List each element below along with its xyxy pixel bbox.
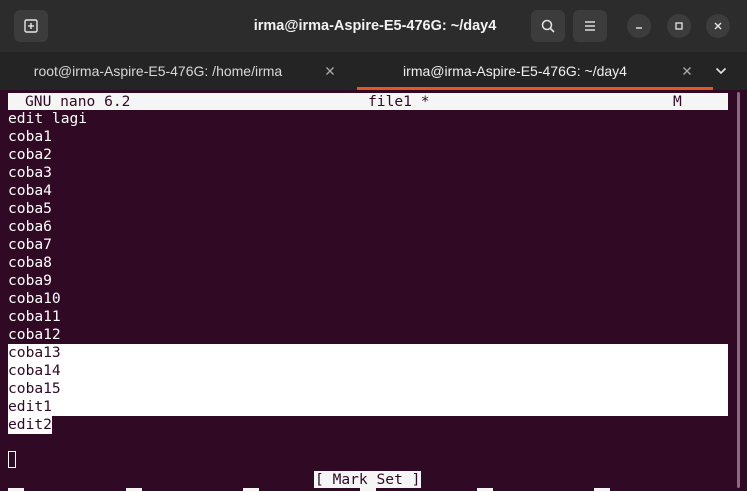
close-icon xyxy=(714,22,722,30)
nano-header-bar: GNU nano 6.2 file1 * M xyxy=(8,93,728,110)
title-bar: irma@irma-Aspire-E5-476G: ~/day4 xyxy=(0,0,747,52)
new-tab-icon xyxy=(24,19,38,33)
close-icon xyxy=(683,66,691,75)
search-button[interactable] xyxy=(531,10,565,42)
window-title: irma@irma-Aspire-E5-476G: ~/day4 xyxy=(253,18,497,34)
editor-line[interactable]: coba6 xyxy=(8,218,52,236)
editor-line[interactable]: coba8 xyxy=(8,254,52,272)
editor-line[interactable]: coba10 xyxy=(8,290,61,308)
search-icon xyxy=(541,19,555,33)
editor-line[interactable]: coba11 xyxy=(8,308,61,326)
chevron-down-icon xyxy=(715,67,727,75)
minimize-button[interactable] xyxy=(627,14,651,38)
nano-modified-flag: M xyxy=(673,93,682,110)
new-tab-button[interactable] xyxy=(14,10,48,42)
editor-line[interactable]: coba2 xyxy=(8,146,52,164)
minimize-icon xyxy=(636,27,642,29)
editor-line-selected[interactable]: edit1 xyxy=(8,398,52,416)
nano-status-message: [ Mark Set ] xyxy=(314,471,422,488)
editor-line[interactable]: coba4 xyxy=(8,182,52,200)
editor-line[interactable]: coba1 xyxy=(8,128,52,146)
editor-line-selected[interactable]: coba14 xyxy=(8,362,61,380)
tab-label: irma@irma-Aspire-E5-476G: ~/day4 xyxy=(403,63,627,79)
editor-line[interactable]: coba3 xyxy=(8,164,52,182)
tab-list-button[interactable] xyxy=(713,63,729,79)
selection-highlight xyxy=(8,344,728,416)
editor-line-selected[interactable]: coba15 xyxy=(8,380,61,398)
text-cursor xyxy=(8,451,16,468)
tab-irma-day4[interactable]: irma@irma-Aspire-E5-476G: ~/day4 xyxy=(357,52,713,90)
terminal-area[interactable]: GNU nano 6.2 file1 * M edit lagi coba1 c… xyxy=(0,90,747,491)
tab-label: root@irma-Aspire-E5-476G: /home/irma xyxy=(33,63,283,79)
nano-filename: file1 * xyxy=(368,93,430,110)
maximize-icon xyxy=(675,22,683,30)
tab-close-button[interactable] xyxy=(673,63,701,80)
menu-button[interactable] xyxy=(573,10,607,42)
close-button[interactable] xyxy=(706,14,730,38)
editor-line[interactable]: coba5 xyxy=(8,200,52,218)
tab-bar: root@irma-Aspire-E5-476G: /home/irma irm… xyxy=(0,52,747,90)
maximize-button[interactable] xyxy=(667,14,691,38)
editor-line[interactable]: coba9 xyxy=(8,272,52,290)
nano-version: GNU nano 6.2 xyxy=(25,93,131,110)
editor-line[interactable]: coba12 xyxy=(8,326,61,344)
editor-line[interactable]: coba7 xyxy=(8,236,52,254)
hamburger-icon xyxy=(585,21,595,31)
tab-close-button[interactable] xyxy=(316,63,344,80)
close-icon xyxy=(326,66,334,75)
tab-root-home-irma[interactable]: root@irma-Aspire-E5-476G: /home/irma xyxy=(0,52,356,90)
editor-line[interactable]: edit lagi xyxy=(8,110,87,128)
editor-line-selected[interactable]: edit2 xyxy=(8,416,52,434)
terminal-scrollbar[interactable] xyxy=(737,92,740,488)
editor-line-selected[interactable]: coba13 xyxy=(8,344,61,362)
